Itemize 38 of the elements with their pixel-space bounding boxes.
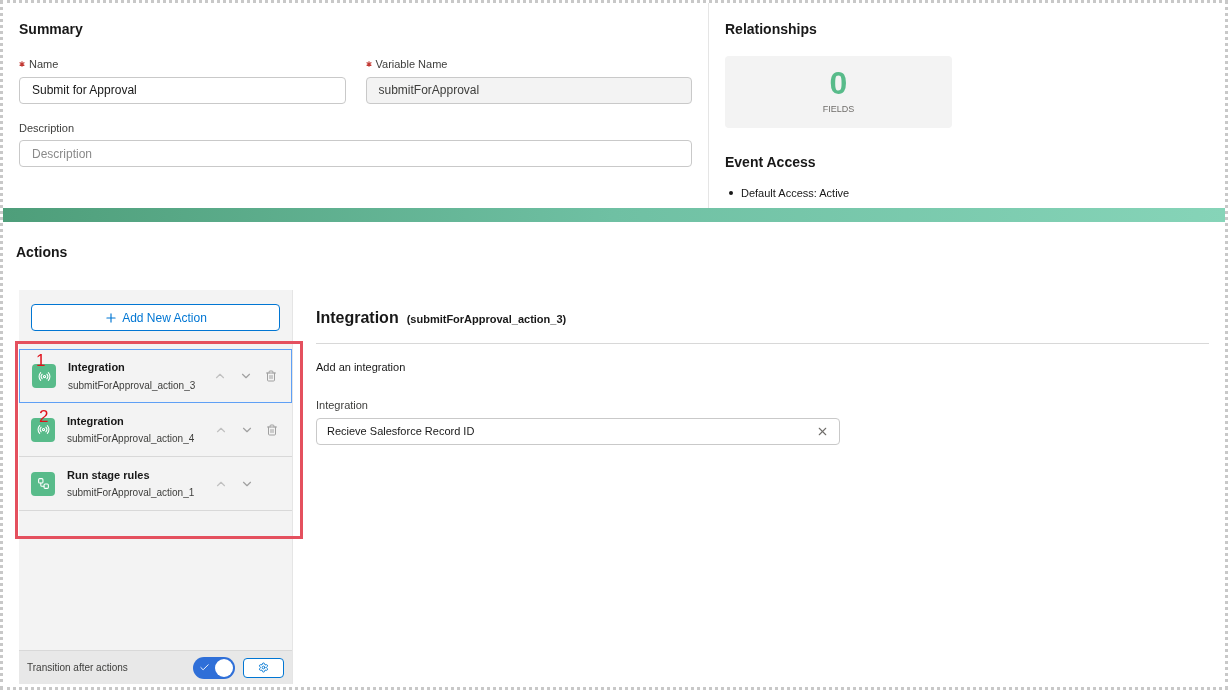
delete-icon[interactable] bbox=[266, 423, 278, 436]
action-id: submitForApproval_action_4 bbox=[67, 432, 196, 447]
field-label: Name bbox=[29, 57, 59, 72]
field-label: Variable Name bbox=[375, 57, 448, 72]
settings-button[interactable] bbox=[243, 657, 284, 678]
plus-icon bbox=[104, 310, 119, 325]
action-item[interactable]: Run stage rules submitForApproval_action_1 bbox=[19, 457, 292, 511]
toggle-switch[interactable] bbox=[193, 656, 235, 679]
section-title: Event Access bbox=[725, 153, 817, 172]
field-label: Integration bbox=[316, 397, 369, 413]
action-title: Run stage rules bbox=[67, 467, 151, 483]
list-item: Default Access: Active bbox=[741, 186, 850, 201]
detail-hint: Add an integration bbox=[316, 360, 407, 375]
action-id: submitForApproval_action_1 bbox=[67, 486, 196, 501]
action-title: Integration bbox=[68, 360, 126, 376]
count-value: 0 bbox=[829, 67, 848, 100]
footer-label: Transition after actions bbox=[27, 661, 129, 675]
branch-icon bbox=[31, 471, 55, 496]
action-title: Integration bbox=[67, 413, 125, 429]
delete-icon[interactable] bbox=[265, 370, 277, 382]
input-field[interactable]: Description bbox=[19, 140, 692, 167]
input-field[interactable]: submitForApproval bbox=[365, 76, 692, 104]
bullet-icon bbox=[729, 191, 733, 196]
select-field[interactable]: Recieve Salesforce Record ID bbox=[316, 418, 840, 445]
add-action-button[interactable]: Add New Action bbox=[31, 304, 280, 331]
section-title: Relationships bbox=[725, 20, 818, 39]
signal-icon bbox=[32, 364, 56, 388]
section-title: Actions bbox=[15, 243, 69, 262]
settings-icon bbox=[258, 662, 269, 673]
action-id: submitForApproval_action_3 bbox=[68, 378, 197, 393]
clear-icon[interactable] bbox=[816, 425, 829, 438]
input-field[interactable]: Submit for Approval bbox=[19, 76, 346, 104]
check-icon bbox=[199, 662, 210, 673]
count-label: FIELDS bbox=[822, 103, 855, 117]
field-label: Description bbox=[19, 120, 75, 136]
detail-title: Integration bbox=[316, 308, 399, 328]
section-title: Summary bbox=[19, 20, 84, 39]
detail-id: (submitForApproval_action_3) bbox=[406, 312, 567, 327]
